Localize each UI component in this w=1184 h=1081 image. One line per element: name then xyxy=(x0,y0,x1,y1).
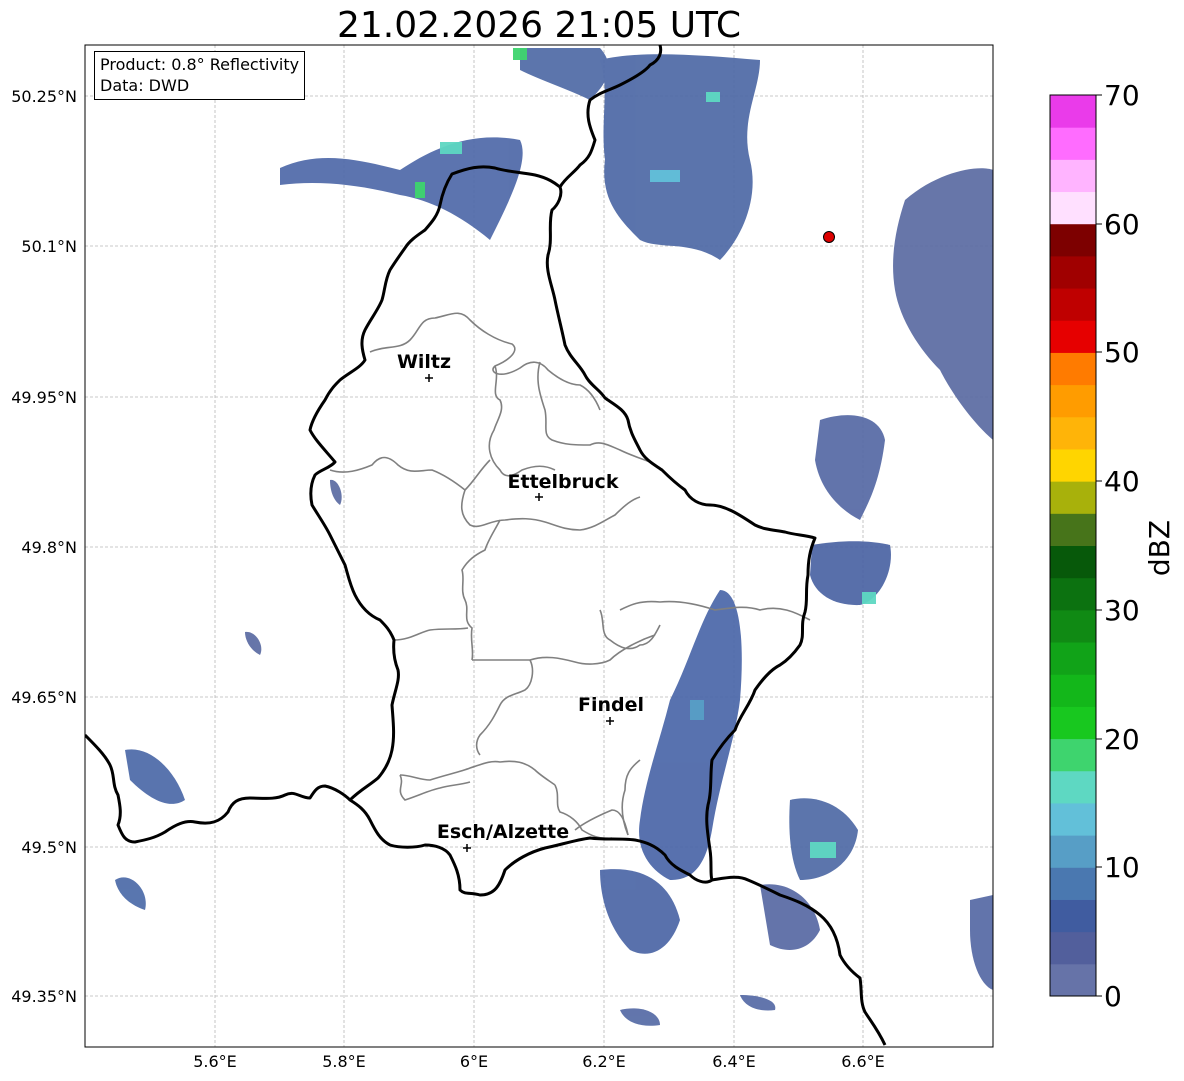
colorbar-segment xyxy=(1050,867,1096,900)
colorbar-segment xyxy=(1050,288,1096,321)
city-label-esch-alzette: Esch/Alzette xyxy=(437,821,569,843)
colorbar-segment xyxy=(1050,770,1096,804)
colorbar-segment xyxy=(1050,835,1096,868)
lon-label: 6.2°E xyxy=(582,1052,626,1071)
lon-label: 6.6°E xyxy=(841,1052,885,1071)
colorbar-segment xyxy=(1050,738,1096,772)
colorbar-segment xyxy=(1050,545,1096,579)
colorbar-segment xyxy=(1050,320,1096,353)
colorbar-segment xyxy=(1050,95,1096,128)
colorbar-tick-label: 60 xyxy=(1104,208,1140,241)
colorbar-tick-label: 50 xyxy=(1104,336,1140,369)
colorbar-segment xyxy=(1050,481,1096,514)
lat-label: 49.8°N xyxy=(21,538,77,557)
lon-label: 6.4°E xyxy=(712,1052,756,1071)
product-label: Product: 0.8° Reflectivity xyxy=(100,55,300,74)
lat-label: 49.95°N xyxy=(11,388,77,407)
lat-label: 49.35°N xyxy=(11,987,77,1006)
colorbar-tick-label: 40 xyxy=(1104,465,1140,498)
colorbar-segment xyxy=(1050,674,1096,707)
colorbar-segment xyxy=(1050,159,1096,193)
radar-site-marker[interactable] xyxy=(823,231,835,243)
data-source-label: Data: DWD xyxy=(100,76,190,95)
lat-label: 49.65°N xyxy=(11,688,77,707)
city-label-ettelbruck: Ettelbruck xyxy=(508,471,619,493)
colorbar-segment xyxy=(1050,642,1096,675)
lat-label: 50.1°N xyxy=(21,237,77,256)
colorbar-segment xyxy=(1050,609,1096,643)
latitude-labels: 50.25°N 50.1°N 49.95°N 49.8°N 49.65°N 49… xyxy=(11,87,77,1006)
lon-label: 5.8°E xyxy=(322,1052,366,1071)
colorbar-segment xyxy=(1050,577,1096,611)
colorbar-tick-label: 70 xyxy=(1104,79,1140,112)
city-label-wiltz: Wiltz xyxy=(397,351,451,373)
colorbar-segment xyxy=(1050,127,1096,160)
colorbar-segment xyxy=(1050,191,1096,225)
colorbar-segment xyxy=(1050,931,1096,965)
colorbar-tick-label: 10 xyxy=(1104,851,1140,884)
colorbar-segment xyxy=(1050,963,1096,997)
colorbar xyxy=(1050,95,1096,997)
colorbar-tick-label: 30 xyxy=(1104,594,1140,627)
colorbar-tick-label: 0 xyxy=(1104,980,1122,1013)
colorbar-segment xyxy=(1050,352,1096,386)
colorbar-segment xyxy=(1050,706,1096,740)
lon-label: 6°E xyxy=(460,1052,488,1071)
colorbar-segment xyxy=(1050,223,1096,257)
colorbar-tick-labels: 0 10 20 30 40 50 60 70 xyxy=(1104,79,1140,1013)
colorbar-segment xyxy=(1050,448,1096,482)
colorbar-segment xyxy=(1050,513,1096,546)
longitude-labels: 5.6°E 5.8°E 6°E 6.2°E 6.4°E 6.6°E xyxy=(193,1052,885,1071)
colorbar-segment xyxy=(1050,255,1096,289)
radar-map: Wiltz Ettelbruck Findel Esch/Alzette 50.… xyxy=(11,44,1176,1071)
colorbar-segment xyxy=(1050,899,1096,933)
product-info-box: Product: 0.8° Reflectivity Data: DWD xyxy=(94,51,306,100)
lat-label: 49.5°N xyxy=(21,838,77,857)
colorbar-segment xyxy=(1050,802,1096,836)
colorbar-ticks xyxy=(1096,94,1102,997)
lon-label: 5.6°E xyxy=(193,1052,237,1071)
colorbar-segment xyxy=(1050,416,1096,450)
colorbar-tick-label: 20 xyxy=(1104,723,1140,756)
colorbar-unit-label: dBZ xyxy=(1143,520,1176,576)
city-label-findel: Findel xyxy=(578,694,644,716)
lat-label: 50.25°N xyxy=(11,87,77,106)
colorbar-segment xyxy=(1050,384,1096,418)
